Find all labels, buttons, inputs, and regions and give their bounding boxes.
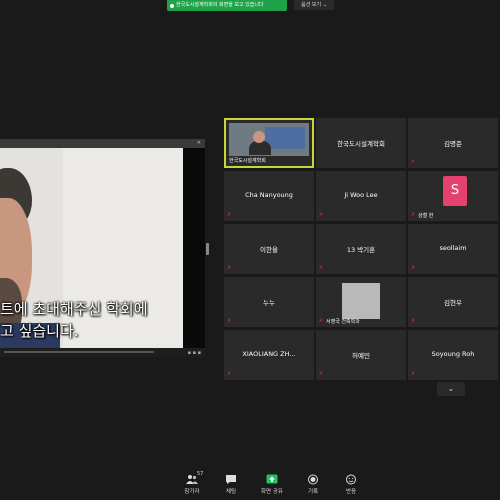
- participant-name: seollaim: [439, 244, 467, 252]
- participant-tile[interactable]: 13 박기훈 ✗: [316, 224, 406, 274]
- participant-tile[interactable]: S ✗ 상철 한: [408, 171, 498, 221]
- share-banner-text: 한국도시설계학회의 화면을 보고 있습니다: [176, 2, 264, 8]
- mic-muted-icon: ✗: [411, 159, 416, 165]
- participant-tile[interactable]: 이한울 ✗: [224, 224, 314, 274]
- share-screen-button[interactable]: 화면 공유: [257, 474, 287, 495]
- participants-button[interactable]: 57 참가자: [177, 471, 207, 495]
- participant-video: [229, 123, 309, 156]
- mic-muted-icon: ✗: [319, 371, 324, 377]
- participant-tile[interactable]: XIAOLIANG ZH... ✗: [224, 330, 314, 380]
- participant-name: 김명준: [444, 140, 462, 148]
- share-screen-label: 화면 공유: [261, 489, 283, 495]
- participant-name: Ji Woo Lee: [344, 191, 378, 199]
- shared-screen: ✕ 트에 초대해주신 학회에 고 싶습니다. ▪ ▪ ▪: [0, 139, 205, 357]
- participant-name: 한국도시설계학회: [229, 158, 266, 164]
- participant-name: 13 박기훈: [346, 246, 376, 254]
- participant-name: Cha Nanyoung: [245, 191, 293, 199]
- seek-bar[interactable]: [4, 351, 154, 353]
- participants-label: 참가자: [184, 489, 200, 495]
- mic-muted-icon: ✗: [319, 265, 324, 271]
- screen-share-banner: 한국도시설계학회의 화면을 보고 있습니다: [167, 0, 287, 11]
- mic-muted-icon: ✗: [319, 318, 324, 324]
- participant-tile[interactable]: 허예민 ✗: [316, 330, 406, 380]
- share-indicator-icon: [170, 3, 174, 8]
- record-label: 기록: [307, 489, 319, 495]
- mic-muted-icon: ✗: [319, 212, 324, 218]
- split-divider-handle[interactable]: [206, 243, 209, 255]
- reaction-label: 반응: [345, 489, 357, 495]
- mic-muted-icon: ✗: [227, 371, 232, 377]
- close-icon: ✕: [196, 140, 201, 146]
- participant-photo: [342, 283, 380, 319]
- participants-icon: 57: [186, 471, 203, 485]
- video-controls: ▪ ▪ ▪: [0, 348, 205, 357]
- participant-name: 한국도시설계학회: [337, 140, 385, 148]
- participants-count: 57: [197, 471, 204, 477]
- participant-tile[interactable]: Soyoung Roh ✗: [408, 330, 498, 380]
- participant-name: Soyoung Roh: [431, 350, 475, 358]
- participant-name: 이한울: [260, 246, 278, 254]
- participant-tile[interactable]: Ji Woo Lee ✗: [316, 171, 406, 221]
- reaction-button[interactable]: 반응: [336, 474, 366, 495]
- participant-tile[interactable]: Cha Nanyoung ✗: [224, 171, 314, 221]
- participant-name: 허예민: [352, 352, 370, 360]
- mic-muted-icon: ✗: [411, 212, 416, 218]
- participant-tile[interactable]: 누누 ✗: [224, 277, 314, 327]
- chat-label: 채팅: [225, 489, 237, 495]
- mic-muted-icon: ✗: [411, 265, 416, 271]
- video-side-panel: [183, 148, 205, 348]
- record-icon: [307, 474, 319, 485]
- participant-tile[interactable]: 한국도시설계학회: [316, 118, 406, 168]
- participant-tile-active-speaker[interactable]: 한국도시설계학회: [224, 118, 314, 168]
- subtitle-line-1: 트에 초대해주신 학회에: [0, 300, 148, 318]
- chat-icon: [225, 474, 237, 485]
- participant-name: 상철 한: [418, 213, 434, 219]
- participant-tile[interactable]: 김명준 ✗: [408, 118, 498, 168]
- record-button[interactable]: 기록: [298, 474, 328, 495]
- mic-muted-icon: ✗: [411, 371, 416, 377]
- participant-gallery: 한국도시설계학회 한국도시설계학회 김명준 ✗ Cha Nanyoung ✗ J…: [224, 118, 498, 396]
- shared-video: 트에 초대해주신 학회에 고 싶습니다.: [0, 148, 183, 348]
- mic-muted-icon: ✗: [227, 265, 232, 271]
- view-options-button[interactable]: 옵션 보기 ⌄: [294, 0, 334, 10]
- chat-button[interactable]: 채팅: [216, 474, 246, 495]
- mic-muted-icon: ✗: [227, 318, 232, 324]
- mic-muted-icon: ✗: [411, 318, 416, 324]
- participant-name: 서영국 건축학과: [326, 319, 360, 325]
- reaction-icon: [345, 474, 357, 485]
- participant-name: 누누: [263, 299, 275, 307]
- meeting-toolbar: 57 참가자 채팅 화면 공유 기록 반응: [0, 470, 500, 500]
- avatar: S: [443, 176, 467, 206]
- subtitle-line-2: 고 싶습니다.: [0, 322, 79, 340]
- participant-name: XIAOLIANG ZH...: [242, 350, 296, 358]
- participant-tile[interactable]: seollaim ✗: [408, 224, 498, 274]
- shared-window-titlebar: ✕: [0, 139, 205, 148]
- scroll-down-button[interactable]: ⌄: [437, 382, 465, 396]
- share-screen-icon: [266, 474, 278, 485]
- participant-tile[interactable]: 김현우 ✗: [408, 277, 498, 327]
- player-buttons-icon[interactable]: ▪ ▪ ▪: [188, 350, 201, 356]
- mic-muted-icon: ✗: [227, 212, 232, 218]
- participant-name: 김현우: [444, 299, 462, 307]
- participant-tile[interactable]: ✗ 서영국 건축학과: [316, 277, 406, 327]
